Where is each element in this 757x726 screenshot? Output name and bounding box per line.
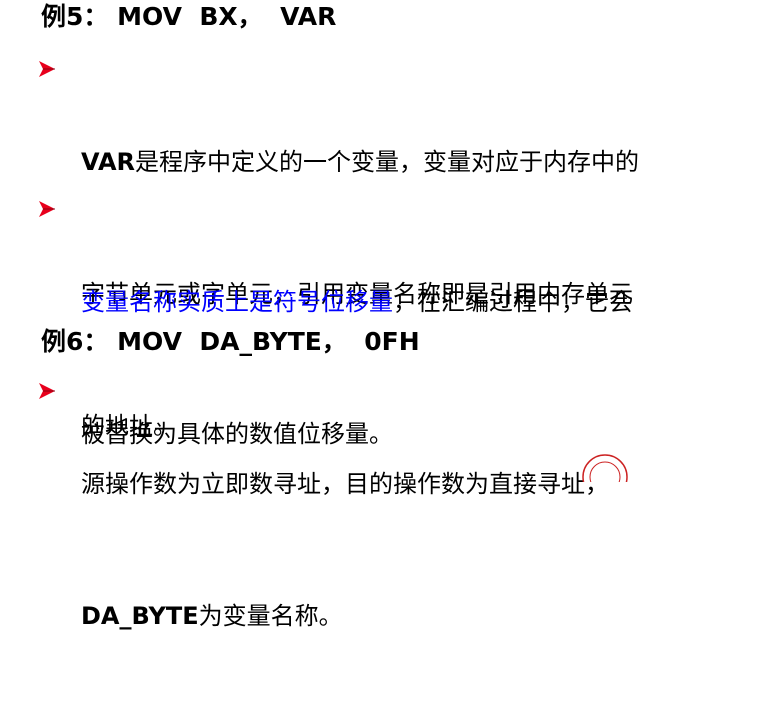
seal-logo-icon [582, 454, 628, 482]
highlight-text: 变量名称实质上是符号位移量 [81, 288, 393, 316]
arrow-bullet-icon [39, 383, 55, 399]
arrow-bullet-icon [39, 61, 55, 77]
bullet3-line2: 为变量名称。 [198, 602, 343, 630]
bullet-text: 源操作数为立即数寻址，目的操作数为直接寻址， DA_BYTE为变量名称。 [81, 374, 731, 726]
example5-code: MOV BX， VAR [117, 2, 337, 31]
arrow-bullet-icon [39, 201, 55, 217]
example5-prefix: 例5： [41, 2, 109, 31]
bullet1-line1: 是程序中定义的一个变量，变量对应于内存中的 [135, 148, 639, 176]
bullet3-line1: 源操作数为立即数寻址，目的操作数为直接寻址， [81, 470, 609, 498]
var-keyword: VAR [81, 148, 135, 176]
da-byte-keyword: DA_BYTE [81, 602, 199, 630]
example6-code: MOV DA_BYTE， 0FH [117, 327, 420, 356]
example6-heading: 例6： MOV DA_BYTE， 0FH [41, 327, 420, 357]
example6-prefix: 例6： [41, 327, 109, 356]
example5-heading: 例5： MOV BX， VAR [41, 2, 336, 32]
bullet2-line1: ，在汇编过程中，它会 [393, 288, 633, 316]
